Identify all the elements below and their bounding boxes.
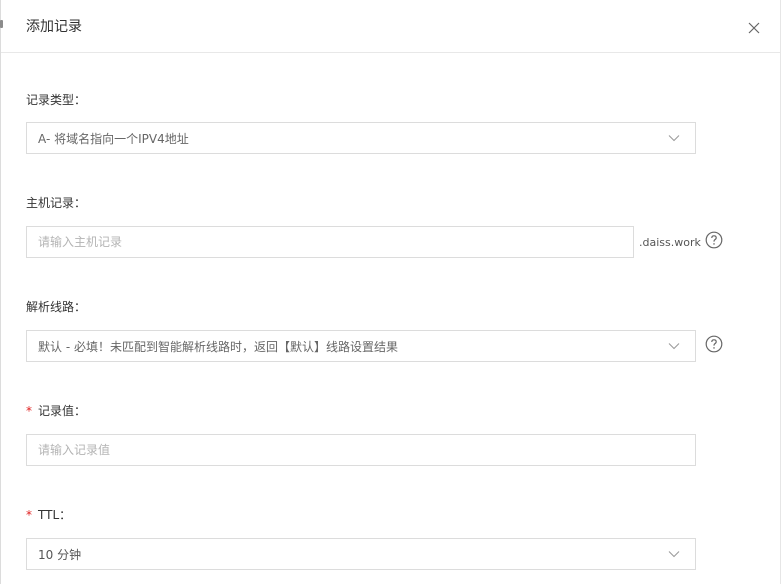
resolution-line-select[interactable]: 默认 - 必填！未匹配到智能解析线路时，返回【默认】线路设置结果 (26, 330, 696, 362)
record-type-label: 记录类型： (26, 93, 87, 107)
record-type-select[interactable]: A- 将域名指向一个IPV4地址 (26, 122, 696, 154)
host-record-label: 主机记录： (26, 196, 87, 210)
domain-suffix: .daiss.work (639, 236, 701, 249)
close-button[interactable] (742, 16, 766, 40)
host-record-input[interactable] (38, 235, 633, 249)
required-mark: * (26, 404, 32, 418)
record-value-input[interactable] (38, 443, 695, 457)
help-icon[interactable] (705, 231, 723, 249)
chevron-down-icon (663, 539, 685, 569)
add-record-dialog: 添加记录 记录类型： A- 将域名指向一个IPV4地址 主机记录： .daiss… (0, 0, 781, 584)
host-record-field[interactable] (26, 226, 634, 258)
record-value-field[interactable] (26, 434, 696, 466)
resolution-line-value: 默认 - 必填！未匹配到智能解析线路时，返回【默认】线路设置结果 (38, 339, 398, 354)
ttl-select[interactable]: 10 分钟 (26, 538, 696, 570)
record-value-label: 记录值： (38, 404, 87, 418)
ttl-value: 10 分钟 (38, 547, 82, 562)
close-icon (748, 22, 760, 34)
resolution-line-label: 解析线路： (26, 300, 87, 314)
dialog-header: 添加记录 (1, 0, 780, 53)
record-value-label-row: * 记录值： (26, 402, 86, 419)
required-mark: * (26, 508, 32, 522)
ttl-label: TTL： (38, 508, 72, 522)
chevron-down-icon (663, 331, 685, 361)
chevron-down-icon (663, 123, 685, 153)
help-icon[interactable] (705, 335, 723, 353)
ttl-label-row: * TTL： (26, 506, 71, 523)
dialog-title: 添加记录 (26, 19, 82, 35)
record-type-value: A- 将域名指向一个IPV4地址 (38, 131, 189, 146)
